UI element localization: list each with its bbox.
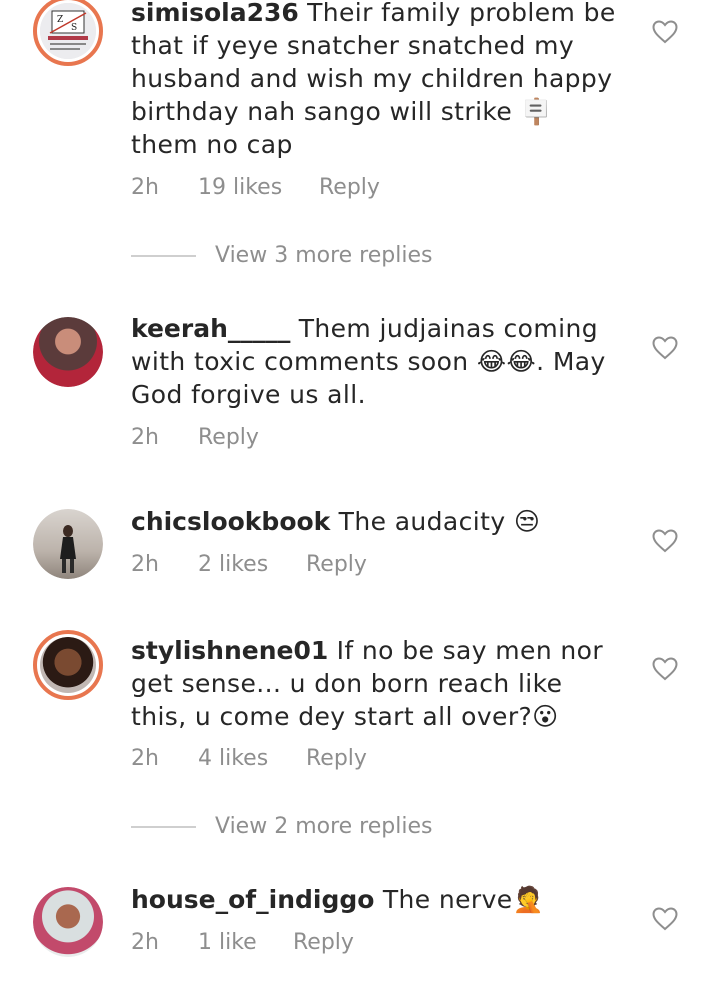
timestamp: 2h	[131, 425, 159, 450]
username[interactable]: house_of_indiggo	[131, 885, 374, 914]
comment-body: The nerve🤦	[374, 885, 545, 914]
username[interactable]: keerah_____	[131, 314, 290, 343]
comment-text: house_of_indiggo The nerve🤦	[131, 883, 621, 916]
heart-icon[interactable]	[652, 336, 678, 360]
likes-count[interactable]: 4 likes	[198, 746, 306, 771]
reply-button[interactable]: Reply	[306, 746, 367, 771]
divider	[131, 825, 196, 828]
comment-meta: 2h 2 likes Reply	[131, 552, 367, 577]
comment-text: keerah_____ Them judjainas coming with t…	[131, 312, 621, 411]
comment-meta: 2h 1 like Reply	[131, 930, 354, 955]
comment-meta: 2h 19 likes Reply	[131, 175, 380, 200]
comment-meta: 2h 4 likes Reply	[131, 746, 367, 771]
person-figure-icon	[60, 525, 76, 573]
comment-text: stylishnene01 If no be say men nor get s…	[131, 634, 621, 733]
username[interactable]: chicslookbook	[131, 507, 330, 536]
username[interactable]: simisola236	[131, 0, 299, 27]
avatar[interactable]: Z S	[33, 0, 103, 66]
avatar[interactable]	[33, 630, 103, 700]
heart-icon[interactable]	[652, 907, 678, 931]
view-more-label[interactable]: View 3 more replies	[215, 243, 432, 268]
comment-meta: 2h Reply	[131, 425, 259, 450]
reply-button[interactable]: Reply	[198, 425, 259, 450]
zimsija-logo-icon: Z S	[40, 3, 96, 59]
timestamp: 2h	[131, 552, 159, 577]
heart-icon[interactable]	[652, 657, 678, 681]
likes-count[interactable]: 1 like	[198, 930, 293, 955]
view-more-label[interactable]: View 2 more replies	[215, 814, 432, 839]
reply-button[interactable]: Reply	[319, 175, 380, 200]
comment-text: simisola236 Their family problem be that…	[131, 0, 621, 161]
likes-count[interactable]: 19 likes	[198, 175, 319, 200]
comment-text: chicslookbook The audacity 😒	[131, 505, 621, 538]
comment-body: The audacity 😒	[330, 507, 541, 536]
avatar[interactable]	[33, 317, 103, 387]
timestamp: 2h	[131, 175, 159, 200]
timestamp: 2h	[131, 746, 159, 771]
divider	[131, 254, 196, 257]
likes-count[interactable]: 2 likes	[198, 552, 306, 577]
reply-button[interactable]: Reply	[306, 552, 367, 577]
timestamp: 2h	[131, 930, 159, 955]
heart-icon[interactable]	[652, 20, 678, 44]
svg-text:Z: Z	[57, 15, 63, 25]
view-more-replies[interactable]: View 3 more replies	[131, 243, 432, 268]
view-more-replies[interactable]: View 2 more replies	[131, 814, 432, 839]
svg-text:S: S	[71, 23, 77, 33]
username[interactable]: stylishnene01	[131, 636, 328, 665]
reply-button[interactable]: Reply	[293, 930, 354, 955]
heart-icon[interactable]	[652, 529, 678, 553]
avatar[interactable]	[33, 509, 103, 579]
avatar[interactable]	[33, 887, 103, 957]
